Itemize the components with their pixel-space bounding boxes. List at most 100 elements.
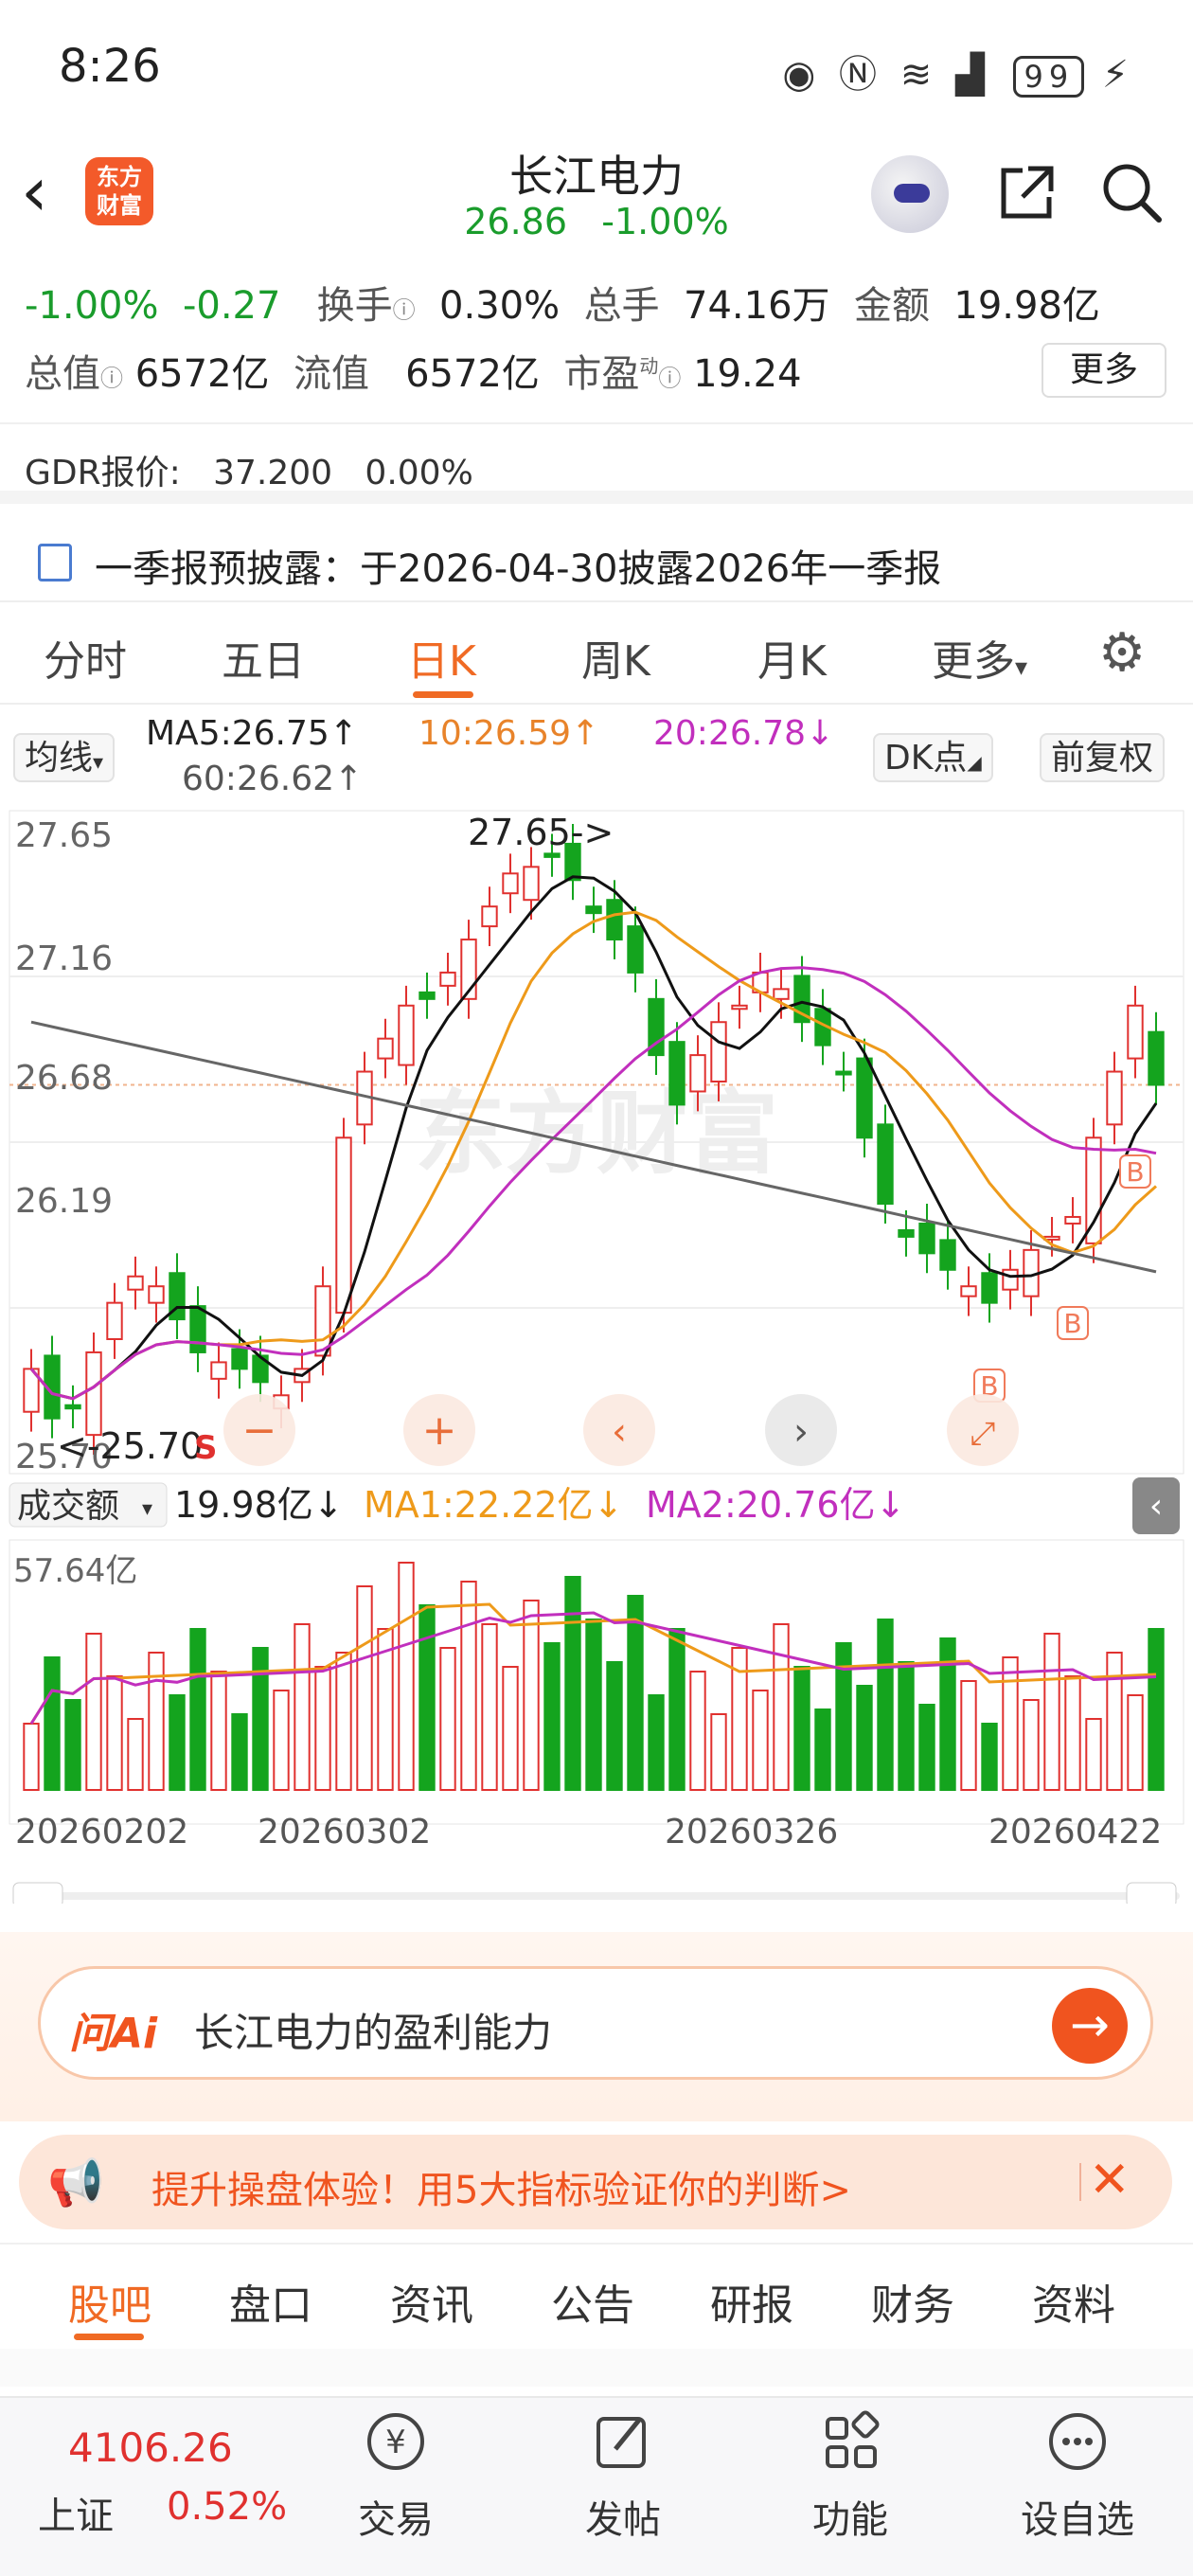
kline-chart[interactable]: 东方财富 27.65 27.16 26.68 26.19 25.70 27.65… xyxy=(0,805,1193,1904)
candle-body xyxy=(189,1305,206,1353)
tab-finance[interactable]: 财务 xyxy=(871,2271,954,2332)
info-icon[interactable]: ⓘ xyxy=(100,366,123,392)
adjust-button[interactable]: 前复权 xyxy=(1040,733,1166,782)
more-button[interactable]: 更多 xyxy=(1042,343,1166,398)
tab-weekly-k[interactable]: 周K xyxy=(581,627,650,688)
signal-4g-icon: ▟ xyxy=(954,53,990,97)
ma-selector[interactable]: 均线▾ xyxy=(13,733,116,782)
search-icon[interactable] xyxy=(1098,159,1165,225)
stock-price-line: 26.86 -1.00% xyxy=(407,201,786,242)
tab-intraday[interactable]: 分时 xyxy=(44,627,127,688)
scroll-handle-left[interactable] xyxy=(12,1882,63,1904)
nav-watchlist[interactable]: 设自选 xyxy=(1002,2407,1153,2544)
ma60-line xyxy=(30,1020,1157,1274)
date-label-1: 20260202 xyxy=(15,1813,188,1852)
min-price-label: <-25.70 xyxy=(57,1425,203,1467)
volume-bar xyxy=(418,1604,436,1791)
arrow-right-icon[interactable]: → xyxy=(1052,1988,1128,2064)
nfc-icon: Ⓝ xyxy=(839,53,883,97)
corner-arrow-icon: ◢ xyxy=(967,751,982,774)
price-label-2: 27.16 xyxy=(15,939,113,978)
date-label-4: 20260422 xyxy=(988,1813,1162,1852)
info-icon[interactable]: ⓘ xyxy=(393,297,416,324)
more-dots-icon xyxy=(1049,2413,1106,2470)
tab-news[interactable]: 资讯 xyxy=(390,2271,473,2332)
candle-body xyxy=(731,1004,748,1011)
pe-label: 市盈 xyxy=(563,352,640,396)
volume-label: 总手 xyxy=(583,284,660,328)
ma20-value: 20:26.78↓ xyxy=(653,714,835,753)
candle-body xyxy=(668,1041,686,1106)
nav-post[interactable]: 发帖 xyxy=(547,2407,699,2544)
candle-body xyxy=(773,988,790,1000)
candle-body xyxy=(85,1351,102,1437)
candle-body xyxy=(523,866,540,902)
volume-bar xyxy=(585,1619,602,1791)
dk-point-button[interactable]: DK点◢ xyxy=(873,733,993,782)
index-change: 0.52% xyxy=(167,2485,288,2529)
scroll-handle-right[interactable] xyxy=(1126,1882,1177,1904)
turnover-value: 0.30% xyxy=(439,284,561,328)
ai-question-pill[interactable]: 问Ai 长江电力的盈利能力 → xyxy=(38,1966,1153,2080)
candle-body xyxy=(1085,1136,1102,1244)
volume-ma2: MA2:20.76亿↓ xyxy=(646,1484,905,1526)
volume-bar xyxy=(314,1666,331,1791)
quote-change: -0.27 xyxy=(182,284,281,328)
gear-icon[interactable]: ⚙ xyxy=(1098,625,1155,682)
dropdown-arrow-icon: ▾ xyxy=(1015,653,1028,682)
tab-daily-k[interactable]: 日K xyxy=(407,627,476,688)
candle-body xyxy=(418,991,436,1000)
promo-banner[interactable]: 📢 提升操盘体验！用5大指标验证你的判断> ✕ xyxy=(19,2135,1172,2229)
candle-body xyxy=(877,1123,894,1206)
volume-bar xyxy=(64,1699,81,1791)
volume-bar xyxy=(460,1581,477,1791)
back-icon[interactable]: ‹ xyxy=(21,153,78,229)
volume-bar xyxy=(918,1704,935,1791)
volume-bar xyxy=(210,1671,227,1791)
tab-five-day[interactable]: 五日 xyxy=(222,627,305,688)
volume-bar xyxy=(793,1666,810,1791)
volume-bar xyxy=(1043,1633,1060,1791)
candle-body xyxy=(960,1285,977,1297)
gdr-row[interactable]: GDR报价: 37.200 0.00% xyxy=(0,422,1193,504)
assistant-robot-icon[interactable] xyxy=(871,155,949,233)
nav-trade[interactable]: ¥ 交易 xyxy=(320,2407,472,2544)
amount-value: 19.98亿 xyxy=(953,284,1100,328)
tab-research[interactable]: 研报 xyxy=(710,2271,793,2332)
share-icon[interactable] xyxy=(994,159,1060,225)
stock-header: ‹ 东方 财富 长江电力 26.86 -1.00% xyxy=(0,142,1193,256)
volume-value: 19.98亿↓ xyxy=(174,1484,344,1526)
tab-announcements[interactable]: 公告 xyxy=(551,2271,634,2332)
volume-bar xyxy=(1127,1694,1144,1791)
report-notice[interactable]: 一季报预披露：于2026-04-30披露2026年一季报 xyxy=(0,517,1193,600)
volume-bar xyxy=(564,1576,581,1791)
index-value[interactable]: 4106.26 xyxy=(68,2424,233,2471)
report-text: 一季报预披露：于2026-04-30披露2026年一季报 xyxy=(95,547,942,591)
volume-bar xyxy=(752,1690,769,1791)
candle-body xyxy=(1127,1004,1144,1060)
megaphone-icon: 📢 xyxy=(47,2156,104,2209)
ma-selector-label: 均线 xyxy=(25,739,94,778)
volume-bar xyxy=(627,1595,644,1791)
tab-guba[interactable]: 股吧 xyxy=(68,2271,151,2332)
grid-icon xyxy=(826,2410,880,2468)
tab-monthly-k[interactable]: 月K xyxy=(757,627,827,688)
header-price: 26.86 xyxy=(464,201,568,242)
volume-bar xyxy=(439,1647,456,1791)
close-icon[interactable]: ✕ xyxy=(1089,2152,1131,2209)
chart-scrollbar[interactable] xyxy=(13,1892,1180,1900)
volume-bar xyxy=(23,1723,40,1791)
candle-body xyxy=(1106,1070,1123,1126)
candle-body xyxy=(543,852,561,858)
volume-bar xyxy=(398,1562,415,1791)
info-icon[interactable]: ⓘ xyxy=(658,366,681,392)
candle-body xyxy=(335,1136,352,1315)
candle-body xyxy=(377,1037,394,1060)
volume-ma1: MA1:22.22亿↓ xyxy=(364,1484,623,1526)
candle-body xyxy=(835,1070,852,1076)
nav-functions[interactable]: 功能 xyxy=(775,2407,926,2544)
tab-profile[interactable]: 资料 xyxy=(1032,2271,1115,2332)
tab-pankou[interactable]: 盘口 xyxy=(229,2271,312,2332)
volume-dropdown-icon: ▾ xyxy=(142,1497,152,1521)
tab-more[interactable]: 更多▾ xyxy=(932,627,1027,688)
